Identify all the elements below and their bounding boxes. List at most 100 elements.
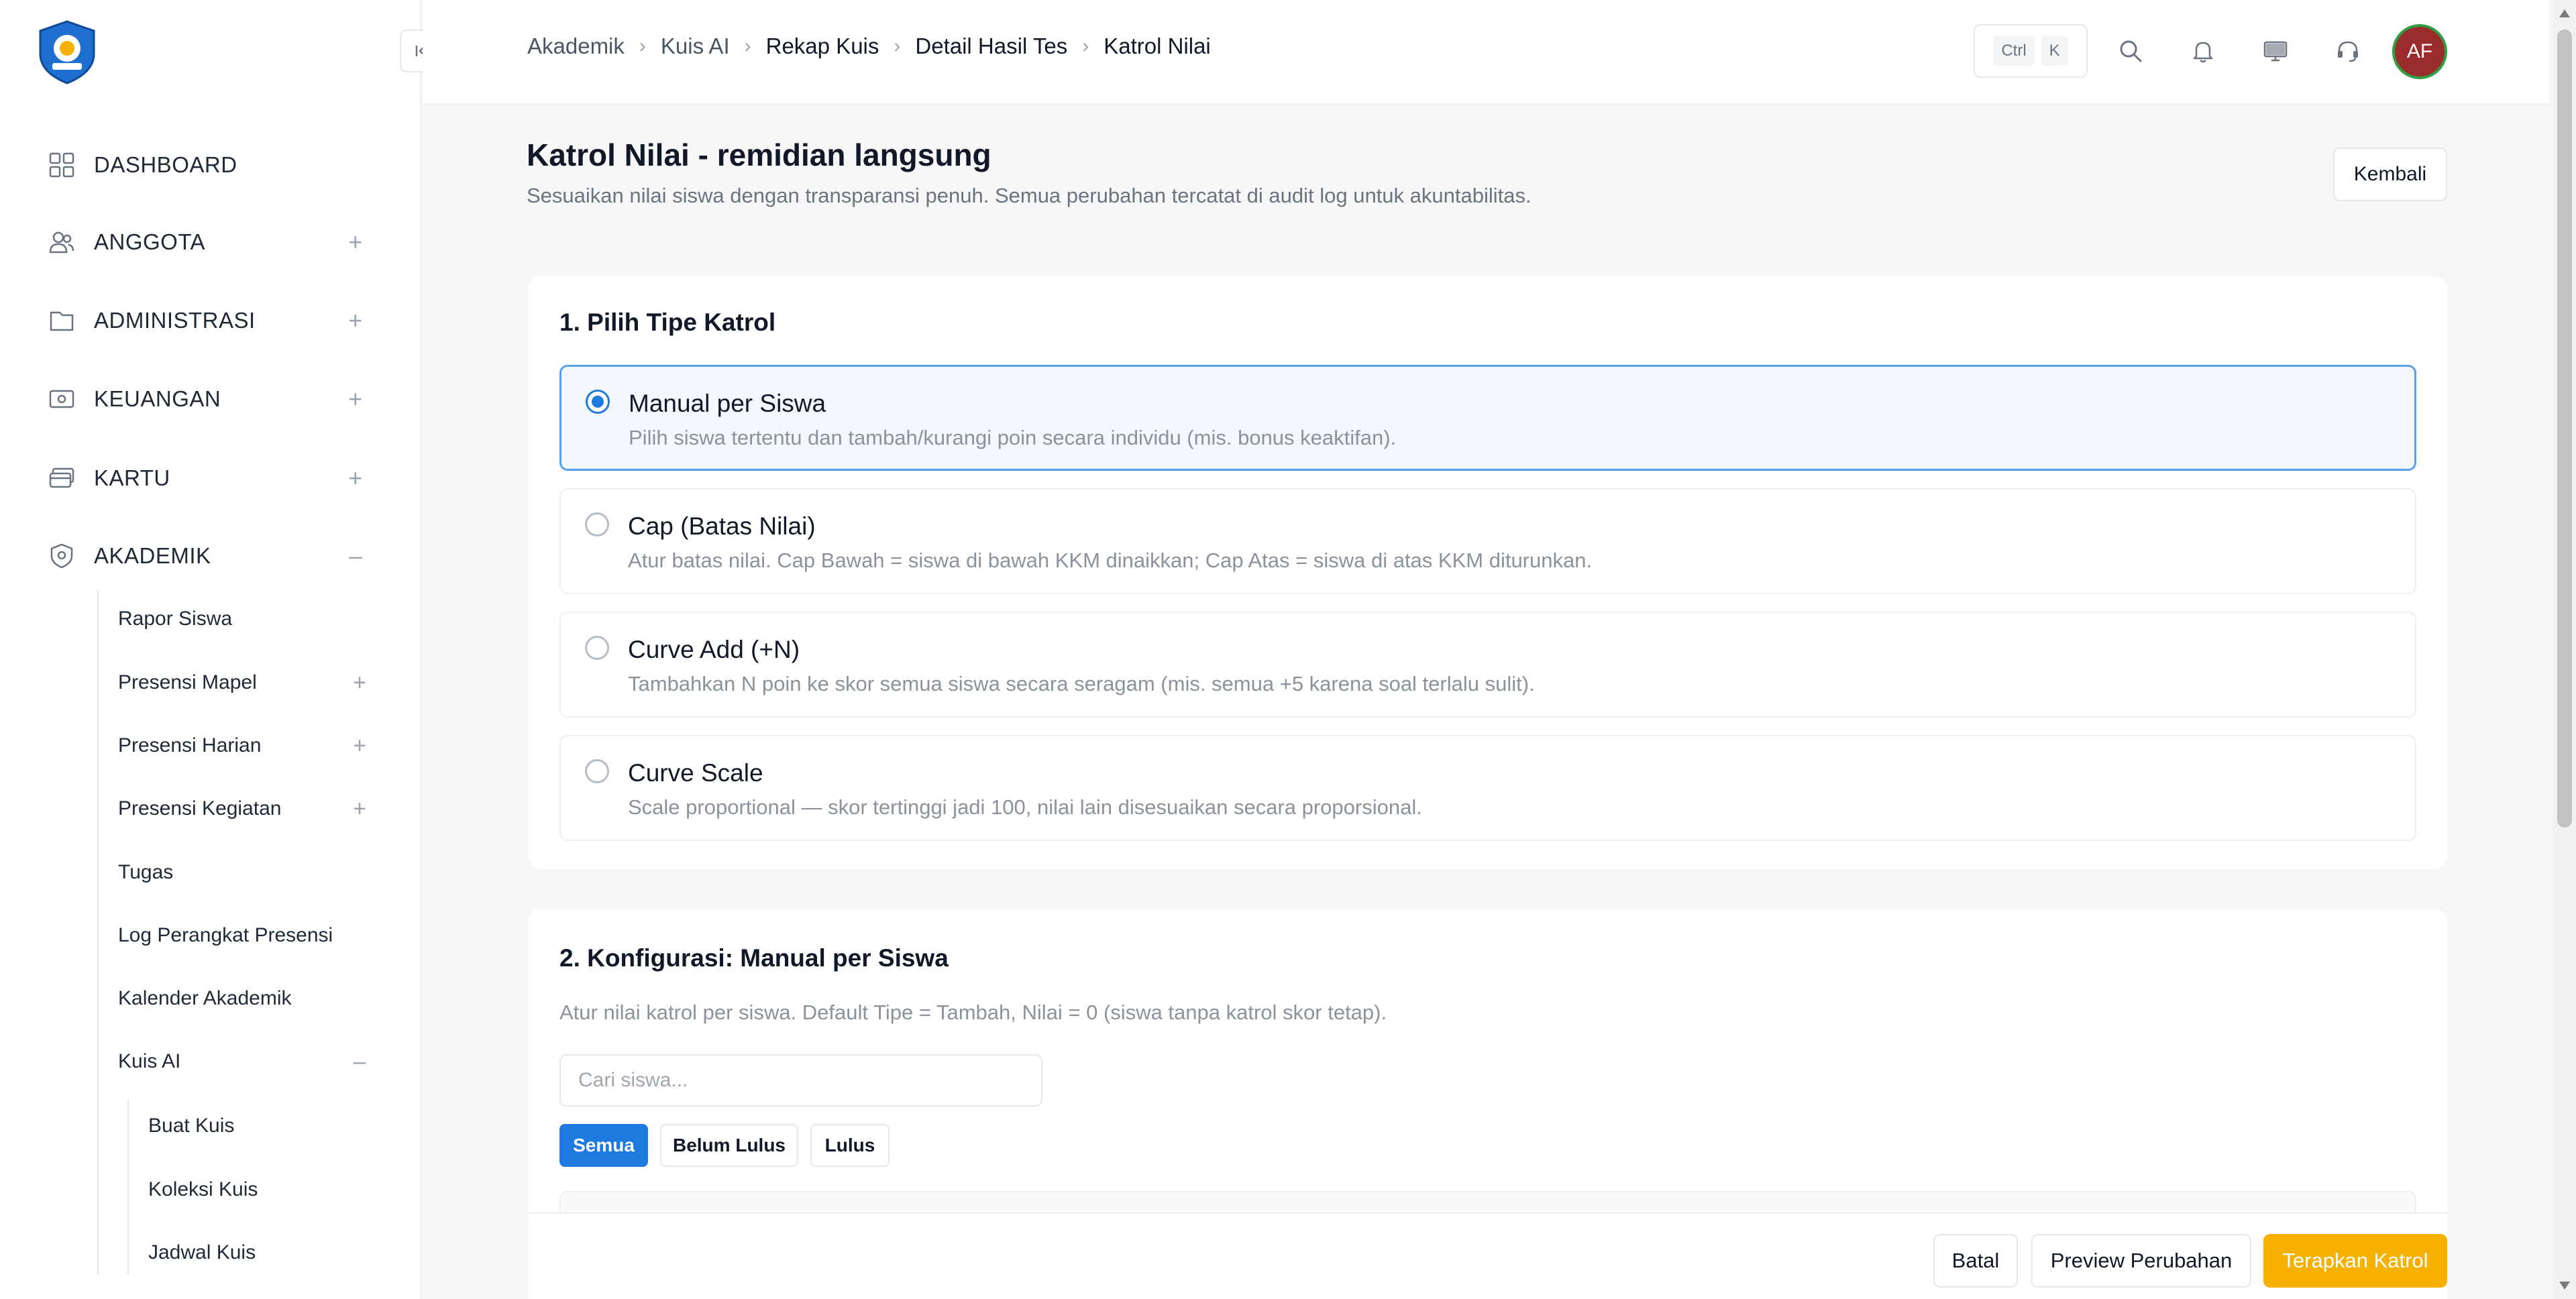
filter-belum-lulus-button[interactable]: Belum Lulus <box>660 1124 798 1167</box>
submenu-guide-line <box>97 590 99 1274</box>
sidebar-subitem-rapor-siswa[interactable]: Rapor Siswa <box>118 600 373 638</box>
page-scrollbar[interactable] <box>2553 0 2576 1299</box>
chevron-right-icon: › <box>744 35 751 57</box>
sidebar-subitem-buat-kuis[interactable]: Buat Kuis <box>148 1107 370 1145</box>
option-curve-scale[interactable]: Curve Scale Scale proportional — skor te… <box>559 735 2416 841</box>
sidebar-subitem-label: Presensi Kegiatan <box>118 797 282 820</box>
kbd-k: K <box>2041 36 2068 66</box>
sidebar-subitem-kuis-ai[interactable]: Kuis AI – <box>118 1043 373 1080</box>
breadcrumb-item[interactable]: Detail Hasil Tes <box>915 34 1067 59</box>
scrollbar-thumb[interactable] <box>2557 30 2572 828</box>
cash-icon <box>47 384 76 414</box>
filter-semua-button[interactable]: Semua <box>559 1124 648 1167</box>
sidebar-subitem-jadwal-kuis[interactable]: Jadwal Kuis <box>148 1234 370 1272</box>
sidebar-subitem-koleksi-kuis[interactable]: Koleksi Kuis <box>148 1171 370 1208</box>
search-icon[interactable] <box>2112 32 2149 70</box>
sidebar-subitem-presensi-harian[interactable]: Presensi Harian + <box>118 727 373 765</box>
filter-lulus-button[interactable]: Lulus <box>810 1124 890 1167</box>
collapse-icon[interactable]: – <box>342 542 369 570</box>
option-description: Scale proportional — skor tertinggi jadi… <box>628 795 1422 819</box>
expand-icon[interactable]: + <box>346 733 373 759</box>
sidebar-subitem-label: Koleksi Kuis <box>148 1178 258 1200</box>
option-cap[interactable]: Cap (Batas Nilai) Atur batas nilai. Cap … <box>559 488 2416 594</box>
sidebar-subitem-presensi-kegiatan[interactable]: Presensi Kegiatan + <box>118 790 373 828</box>
sidebar-item-dashboard[interactable]: DASHBOARD <box>47 145 369 185</box>
sidebar-subitem-label: Log Perangkat Presensi <box>118 924 333 946</box>
sidebar-subitem-log-perangkat-presensi[interactable]: Log Perangkat Presensi <box>118 917 373 954</box>
scroll-up-arrow-icon[interactable] <box>2559 9 2570 17</box>
section-title: 2. Konfigurasi: Manual per Siswa <box>559 944 949 972</box>
option-title: Curve Scale <box>628 759 763 787</box>
apply-katrol-button[interactable]: Terapkan Katrol <box>2263 1234 2447 1288</box>
sidebar-subitem-tugas[interactable]: Tugas <box>118 854 373 891</box>
sidebar-item-keuangan[interactable]: KEUANGAN + <box>47 379 369 419</box>
preview-button[interactable]: Preview Perubahan <box>2031 1234 2251 1288</box>
sidebar-subitem-kalender-akademik[interactable]: Kalender Akademik <box>118 980 373 1017</box>
scroll-down-arrow-icon[interactable] <box>2559 1282 2570 1290</box>
search-student-input[interactable] <box>559 1054 1042 1107</box>
section-description: Atur nilai katrol per siswa. Default Tip… <box>559 1001 1387 1024</box>
sidebar-subitem-label: Kuis AI <box>118 1050 181 1072</box>
page-title: Katrol Nilai - remidian langsung <box>527 137 991 172</box>
sidebar-item-label: KARTU <box>94 465 170 490</box>
sidebar-item-anggota[interactable]: ANGGOTA + <box>47 222 369 262</box>
section-title: 1. Pilih Tipe Katrol <box>559 308 776 336</box>
sidebar-item-label: AKADEMIK <box>94 543 211 568</box>
folder-icon <box>47 306 76 335</box>
option-title: Cap (Batas Nilai) <box>628 512 816 540</box>
user-avatar[interactable]: AF <box>2392 24 2447 79</box>
chevron-right-icon: › <box>639 35 646 57</box>
expand-icon[interactable]: + <box>346 796 373 822</box>
chevron-right-icon: › <box>1082 35 1089 57</box>
sidebar-item-akademik[interactable]: AKADEMIK – <box>47 536 369 576</box>
sidebar: DASHBOARD ANGGOTA + ADMINISTRASI + KEUAN… <box>0 0 443 1299</box>
radio-button[interactable] <box>586 390 610 414</box>
expand-icon[interactable]: + <box>342 306 369 335</box>
breadcrumb-item[interactable]: Rekap Kuis <box>766 34 879 59</box>
action-footer: Batal Preview Perubahan Terapkan Katrol <box>529 1212 2447 1299</box>
expand-icon[interactable]: + <box>346 670 373 696</box>
breadcrumb-item[interactable]: Kuis AI <box>661 34 730 59</box>
back-button[interactable]: Kembali <box>2333 148 2447 201</box>
expand-icon[interactable]: + <box>342 464 369 492</box>
collapse-icon[interactable]: – <box>346 1049 373 1075</box>
sidebar-item-administrasi[interactable]: ADMINISTRASI + <box>47 300 369 341</box>
radio-button[interactable] <box>585 636 609 660</box>
headset-icon[interactable] <box>2329 32 2367 70</box>
breadcrumb-item[interactable]: Akademik <box>527 34 625 59</box>
shield-icon <box>47 541 76 571</box>
cancel-button[interactable]: Batal <box>1933 1234 2018 1288</box>
grid-icon <box>47 150 76 180</box>
sidebar-item-kartu[interactable]: KARTU + <box>47 458 369 498</box>
sidebar-item-label: KEUANGAN <box>94 386 221 411</box>
option-curve-add[interactable]: Curve Add (+N) Tambahkan N poin ke skor … <box>559 612 2416 718</box>
sidebar-subitem-label: Presensi Harian <box>118 734 262 756</box>
command-palette-shortcut[interactable]: Ctrl K <box>1974 24 2088 78</box>
expand-icon[interactable]: + <box>342 385 369 413</box>
sidebar-subitem-label: Rapor Siswa <box>118 608 233 630</box>
katrol-type-card: 1. Pilih Tipe Katrol Manual per Siswa Pi… <box>529 276 2447 869</box>
sidebar-subitem-presensi-mapel[interactable]: Presensi Mapel + <box>118 664 373 701</box>
bell-icon[interactable] <box>2184 32 2222 70</box>
expand-icon[interactable]: + <box>342 228 369 256</box>
sidebar-subitem-label: Jadwal Kuis <box>148 1241 256 1263</box>
top-header: Akademik › Kuis AI › Rekap Kuis › Detail… <box>423 0 2549 105</box>
sidebar-item-label: ADMINISTRASI <box>94 308 256 333</box>
sidebar-item-label: ANGGOTA <box>94 229 206 254</box>
breadcrumb-current: Katrol Nilai <box>1104 34 1211 58</box>
monitor-icon[interactable] <box>2257 32 2294 70</box>
sidebar-subitem-label: Presensi Mapel <box>118 671 257 693</box>
users-icon <box>47 227 76 257</box>
radio-button[interactable] <box>585 759 609 783</box>
option-title: Manual per Siswa <box>629 390 826 417</box>
radio-button[interactable] <box>585 512 609 536</box>
sidebar-subitem-label: Buat Kuis <box>148 1115 235 1137</box>
option-title: Curve Add (+N) <box>628 636 800 663</box>
option-manual-per-siswa[interactable]: Manual per Siswa Pilih siswa tertentu da… <box>559 365 2416 471</box>
sidebar-subitem-label: Kalender Akademik <box>118 987 292 1009</box>
breadcrumb: Akademik › Kuis AI › Rekap Kuis › Detail… <box>527 34 1211 59</box>
card-icon <box>47 463 76 493</box>
sidebar-subitem-label: Tugas <box>118 861 174 883</box>
school-logo[interactable] <box>34 19 101 86</box>
kbd-ctrl: Ctrl <box>1993 36 2035 66</box>
